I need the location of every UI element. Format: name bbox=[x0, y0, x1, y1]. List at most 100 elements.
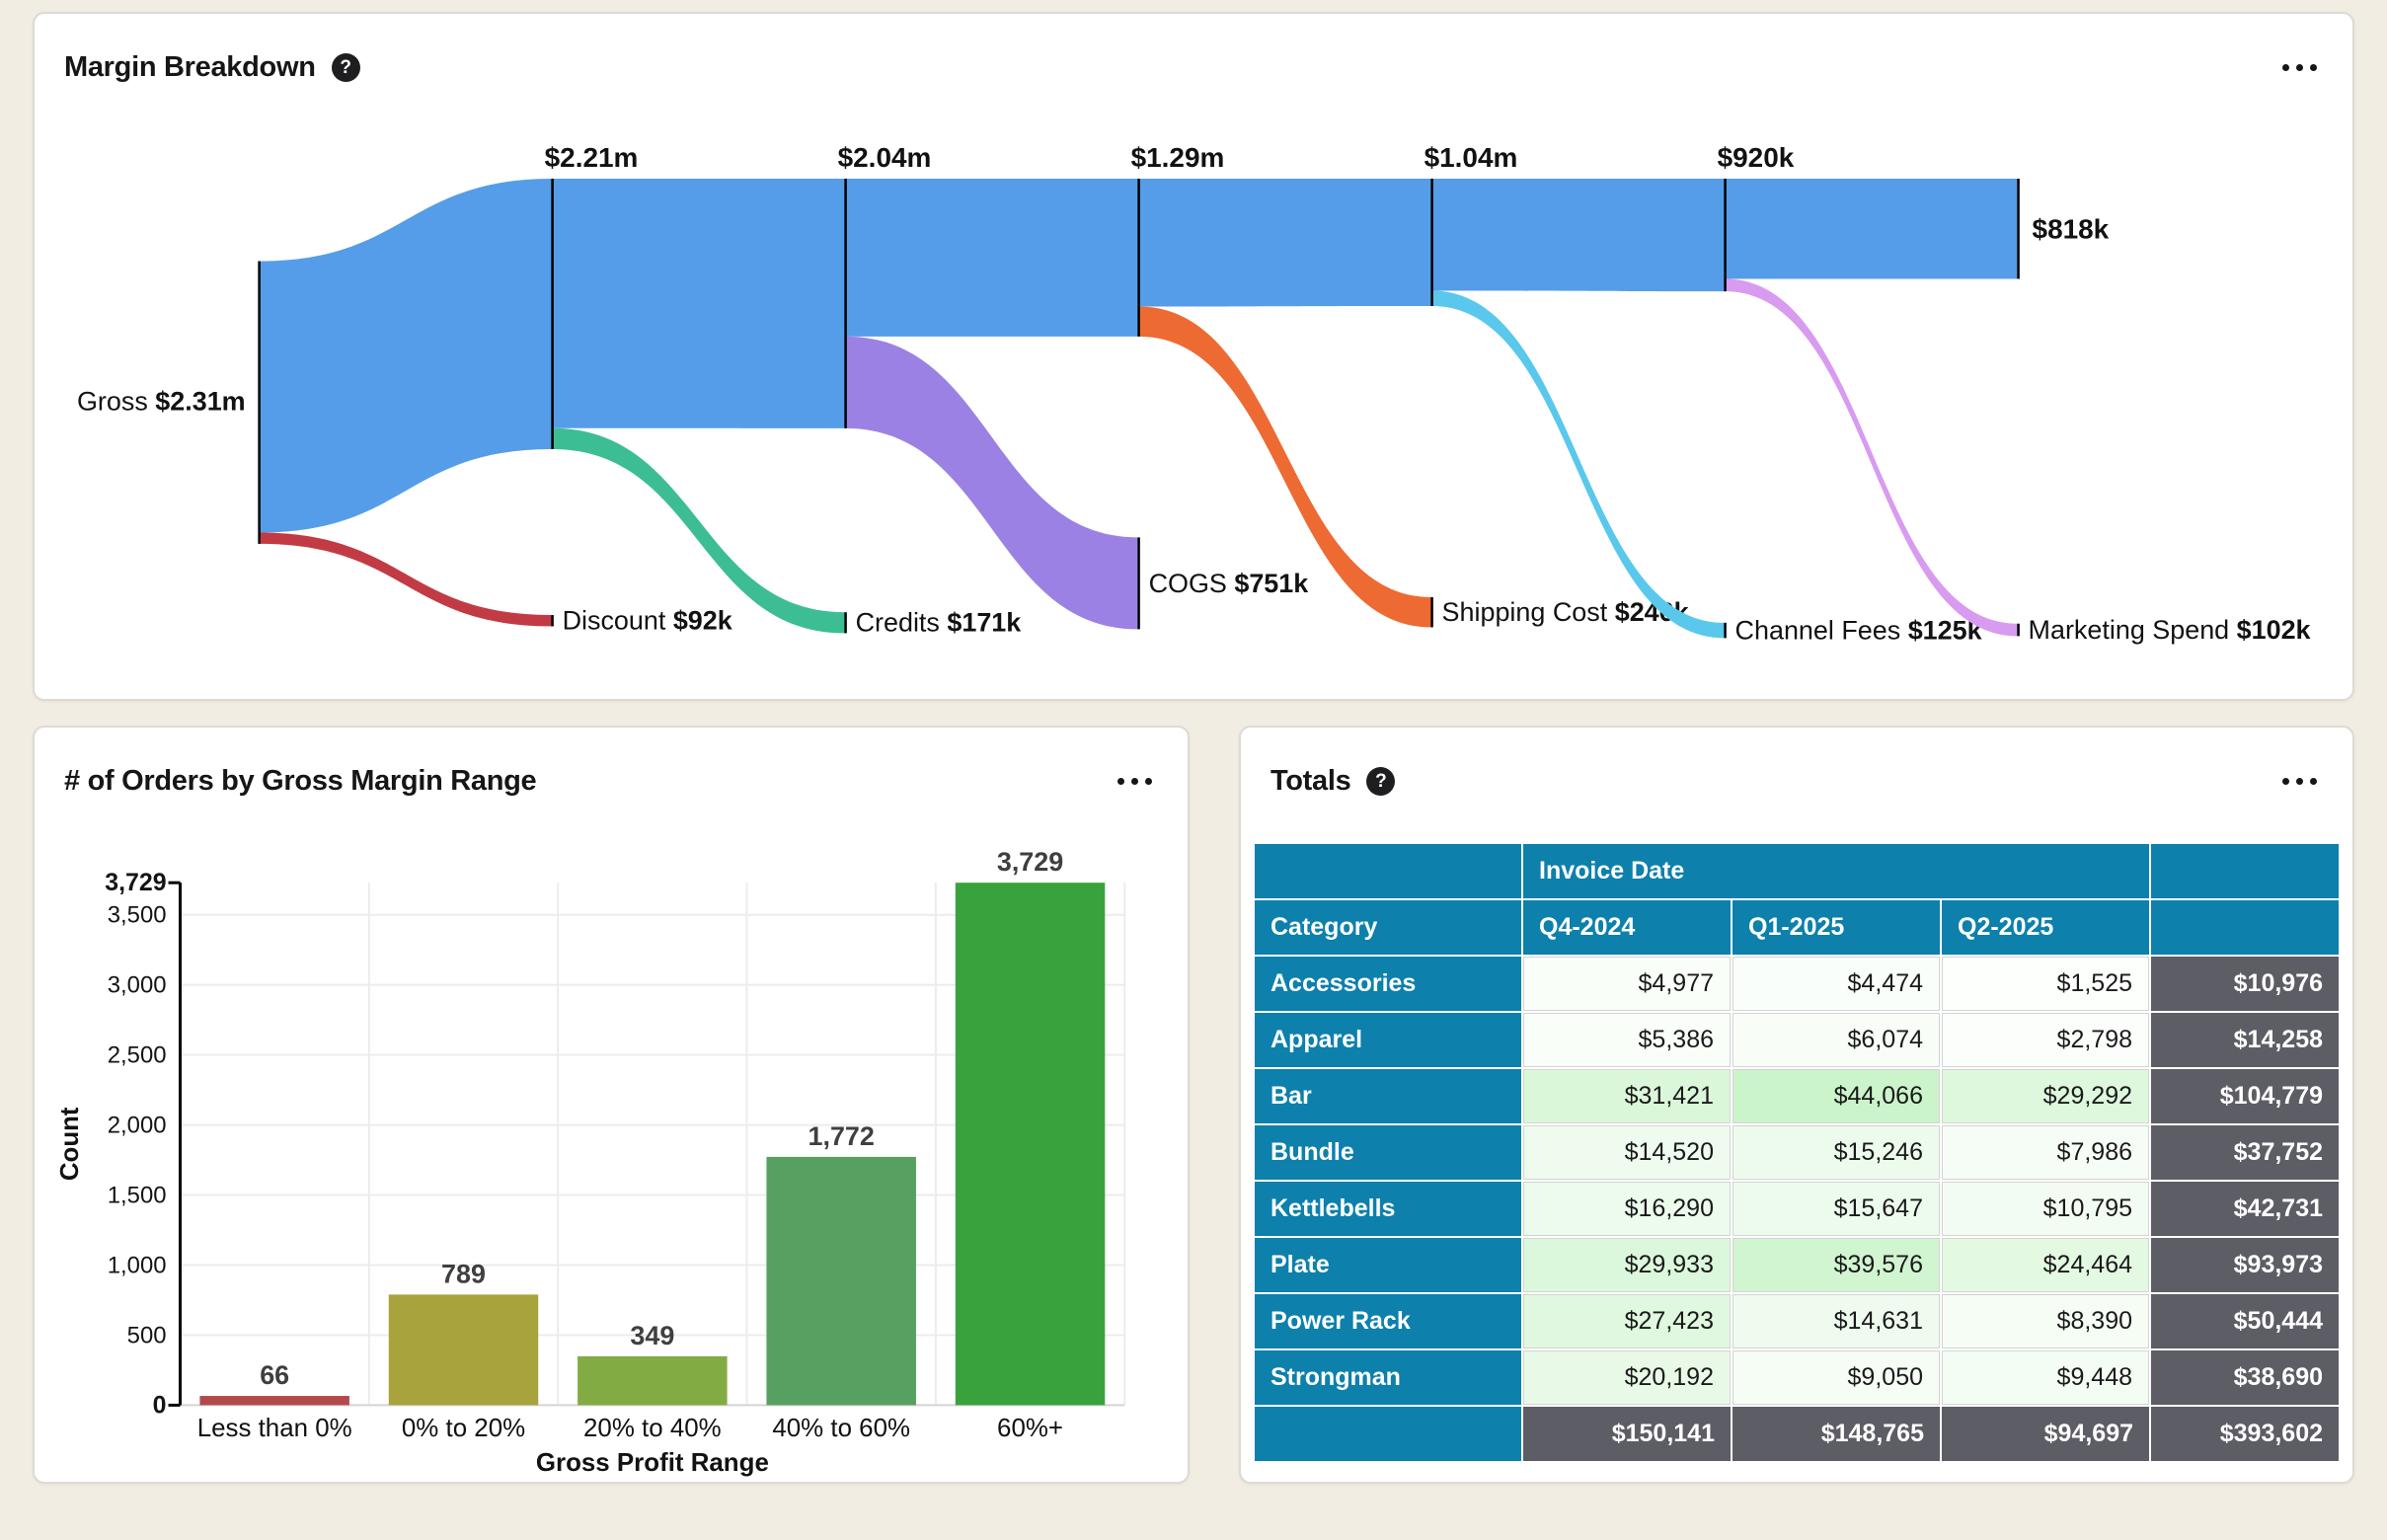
value-cell-bar-q4-2024: $31,421 bbox=[1523, 1069, 1731, 1123]
value-cell-apparel-q4-2024: $5,386 bbox=[1523, 1013, 1731, 1067]
table-row-kettlebells: Kettlebells$16,290$15,647$10,795$42,731 bbox=[1255, 1182, 2339, 1236]
panel-header: Margin Breakdown ? bbox=[64, 51, 2319, 84]
sankey-outflow-discount[interactable] bbox=[260, 532, 552, 626]
more-menu-icon[interactable] bbox=[2280, 58, 2319, 77]
x-axis-title: Gross Profit Range bbox=[536, 1449, 769, 1477]
column-group-header: Invoice Date bbox=[1523, 844, 2149, 898]
sankey-stage-label-1: $2.21m bbox=[545, 142, 639, 173]
sankey-chart: Discount $92kCredits $171kCOGS $751kShip… bbox=[35, 14, 2352, 699]
row-total-accessories: $10,976 bbox=[2151, 957, 2339, 1011]
bar-value-label: 789 bbox=[441, 1260, 486, 1289]
sankey-outflow-marketing-spend[interactable] bbox=[1726, 278, 2018, 636]
bar-20-to-40[interactable] bbox=[578, 1356, 727, 1406]
row-total-power-rack: $50,444 bbox=[2151, 1294, 2339, 1348]
grand-total-overall: $393,602 bbox=[2151, 1407, 2339, 1461]
sankey-flow-retained-4[interactable] bbox=[1432, 179, 1726, 291]
sankey-flow-retained-2[interactable] bbox=[846, 179, 1139, 337]
column-header-q2-2025: Q2-2025 bbox=[1942, 900, 2149, 955]
value-cell-strongman-q4-2024: $20,192 bbox=[1523, 1350, 1731, 1405]
row-total-plate: $93,973 bbox=[2151, 1238, 2339, 1292]
value-cell-bar-q1-2025: $44,066 bbox=[1732, 1069, 1940, 1123]
bar-less-than-0[interactable] bbox=[199, 1396, 348, 1405]
table-row-accessories: Accessories$4,977$4,474$1,525$10,976 bbox=[1255, 957, 2339, 1011]
value-cell-accessories-q1-2025: $4,474 bbox=[1732, 957, 1940, 1011]
bar-0-to-20[interactable] bbox=[389, 1294, 538, 1405]
sankey-end-label: $818k bbox=[2033, 214, 2110, 245]
row-header-plate: Plate bbox=[1255, 1238, 1521, 1292]
sankey-outflow-label-cogs: COGS $751k bbox=[1149, 569, 1309, 598]
x-tick-label: 40% to 60% bbox=[772, 1415, 910, 1442]
row-header-bar: Bar bbox=[1255, 1069, 1521, 1123]
sankey-outflow-label-channel-fees: Channel Fees $125k bbox=[1735, 616, 1982, 646]
value-cell-bar-q2-2025: $29,292 bbox=[1942, 1069, 2149, 1123]
column-header-q4-2024: Q4-2024 bbox=[1523, 900, 1731, 955]
value-cell-power-rack-q2-2025: $8,390 bbox=[1942, 1294, 2149, 1348]
sankey-flow-retained-0[interactable] bbox=[260, 179, 553, 532]
x-tick-label: 60%+ bbox=[997, 1415, 1063, 1442]
value-cell-kettlebells-q1-2025: $15,647 bbox=[1732, 1182, 1940, 1236]
sankey-outflow-label-marketing-spend: Marketing Spend $102k bbox=[2029, 615, 2311, 645]
dashboard-page: { "icons": { "help_glyph": "?", "more_me… bbox=[0, 0, 2387, 1540]
sankey-outflow-label-discount: Discount $92k bbox=[563, 606, 732, 636]
totals-pivot-table: Invoice DateCategoryQ4-2024Q1-2025Q2-202… bbox=[1253, 842, 2341, 1463]
row-header-accessories: Accessories bbox=[1255, 957, 1521, 1011]
value-cell-apparel-q1-2025: $6,074 bbox=[1732, 1013, 1940, 1067]
value-cell-bundle-q4-2024: $14,520 bbox=[1523, 1125, 1731, 1180]
table-corner-cell bbox=[1255, 844, 1521, 898]
help-glyph: ? bbox=[1375, 771, 1387, 793]
y-tick-label: 0 bbox=[153, 1391, 167, 1419]
sankey-outflow-credits[interactable] bbox=[553, 428, 845, 634]
orders-by-margin-panel: # of Orders by Gross Margin Range 66Less… bbox=[33, 726, 1190, 1484]
help-icon[interactable]: ? bbox=[332, 53, 360, 82]
more-menu-icon[interactable] bbox=[2280, 772, 2319, 791]
bar-chart: 66Less than 0%7890% to 20%34920% to 40%1… bbox=[35, 728, 1188, 1482]
more-menu-icon[interactable] bbox=[1116, 772, 1154, 791]
panel-title: Margin Breakdown bbox=[64, 51, 316, 84]
row-total-bar: $104,779 bbox=[2151, 1069, 2339, 1123]
row-total-strongman: $38,690 bbox=[2151, 1350, 2339, 1405]
bar-value-label: 66 bbox=[260, 1360, 289, 1390]
value-cell-plate-q4-2024: $29,933 bbox=[1523, 1238, 1731, 1292]
value-cell-power-rack-q4-2024: $27,423 bbox=[1523, 1294, 1731, 1348]
row-header-strongman: Strongman bbox=[1255, 1350, 1521, 1405]
table-row-plate: Plate$29,933$39,576$24,464$93,973 bbox=[1255, 1238, 2339, 1292]
y-tick-label: 1,500 bbox=[108, 1182, 167, 1208]
totals-table: Invoice DateCategoryQ4-2024Q1-2025Q2-202… bbox=[1253, 842, 2341, 1463]
table-row-bundle: Bundle$14,520$15,246$7,986$37,752 bbox=[1255, 1125, 2339, 1180]
help-icon[interactable]: ? bbox=[1366, 767, 1395, 796]
help-glyph: ? bbox=[340, 57, 351, 79]
panel-title: Totals bbox=[1270, 765, 1350, 798]
row-total-kettlebells: $42,731 bbox=[2151, 1182, 2339, 1236]
x-tick-label: 0% to 20% bbox=[402, 1415, 525, 1442]
sankey-flow-retained-1[interactable] bbox=[553, 179, 846, 428]
value-cell-accessories-q4-2024: $4,977 bbox=[1523, 957, 1731, 1011]
bar-40-to-60[interactable] bbox=[766, 1157, 915, 1405]
panel-header: Totals ? bbox=[1270, 765, 2319, 798]
value-cell-plate-q2-2025: $24,464 bbox=[1942, 1238, 2149, 1292]
table-row-bar: Bar$31,421$44,066$29,292$104,779 bbox=[1255, 1069, 2339, 1123]
grand-total-q2-2025: $94,697 bbox=[1942, 1407, 2149, 1461]
y-tick-label: 1,000 bbox=[108, 1252, 167, 1278]
sankey-source-label: Gross $2.31m bbox=[77, 387, 246, 417]
table-row-strongman: Strongman$20,192$9,050$9,448$38,690 bbox=[1255, 1350, 2339, 1405]
y-tick-label: 3,000 bbox=[108, 972, 167, 999]
sankey-stage-label-2: $2.04m bbox=[838, 142, 932, 173]
sankey-flow-retained-3[interactable] bbox=[1139, 179, 1432, 306]
sankey-stage-label-3: $1.29m bbox=[1131, 142, 1225, 173]
row-header-power-rack: Power Rack bbox=[1255, 1294, 1521, 1348]
sankey-outflow-channel-fees[interactable] bbox=[1432, 290, 1725, 638]
y-tick-label: 2,500 bbox=[108, 1042, 167, 1069]
bar-60[interactable] bbox=[956, 883, 1105, 1405]
totals-panel: Totals ? Invoice DateCategoryQ4-2024Q1-2… bbox=[1239, 726, 2354, 1484]
value-cell-bundle-q2-2025: $7,986 bbox=[1942, 1125, 2149, 1180]
row-header-bundle: Bundle bbox=[1255, 1125, 1521, 1180]
row-header-label: Category bbox=[1255, 900, 1521, 955]
y-tick-label: 2,000 bbox=[108, 1113, 167, 1139]
grand-total-q4-2024: $150,141 bbox=[1523, 1407, 1731, 1461]
sankey-outflow-cogs[interactable] bbox=[846, 337, 1138, 630]
sankey-flow-retained-5[interactable] bbox=[1726, 179, 2019, 278]
sankey-stage-label-4: $1.04m bbox=[1424, 142, 1518, 173]
bar-value-label: 1,772 bbox=[808, 1121, 875, 1151]
sankey-outflow-label-credits: Credits $171k bbox=[856, 608, 1022, 638]
y-tick-label: 3,729 bbox=[105, 869, 166, 896]
